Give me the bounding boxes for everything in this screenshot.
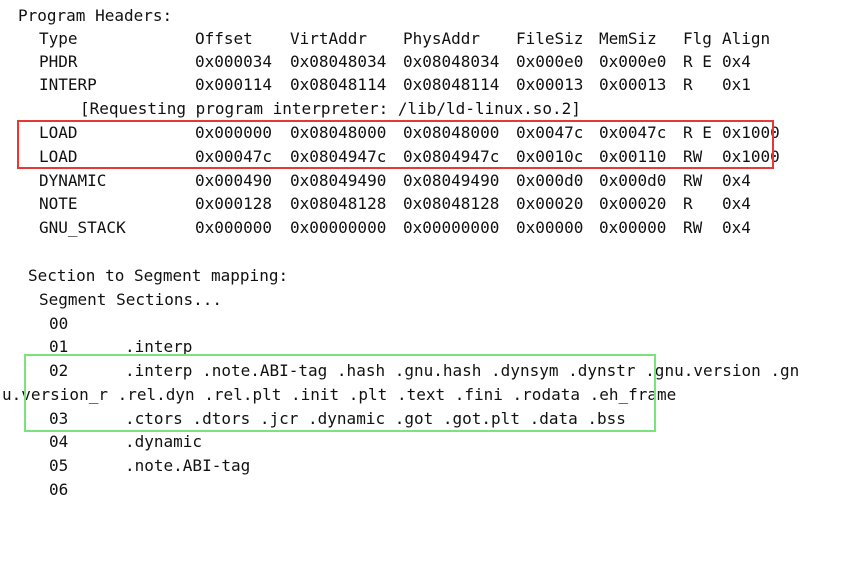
segment-row: 03 .ctors .dtors .jcr .dynamic .got .got…: [0, 407, 864, 430]
row-physaddr: 0x00000000: [403, 218, 500, 237]
row-offset: 0x000128: [195, 194, 273, 213]
row-offset: 0x000034: [195, 52, 273, 71]
row-flg: RW: [683, 218, 703, 237]
row-filesiz: 0x000e0: [516, 52, 584, 71]
row-memsiz: 0x000d0: [599, 171, 667, 190]
row-offset: 0x000490: [195, 171, 273, 190]
segment-row: 00: [0, 312, 864, 335]
row-virtaddr: 0x08048114: [290, 75, 387, 94]
segment-number: 02: [49, 361, 69, 380]
row-physaddr: 0x08048128: [403, 194, 500, 213]
row-virtaddr: 0x08048000: [290, 123, 387, 142]
column-virtaddr: VirtAddr: [290, 29, 368, 48]
row-align: 0x4: [722, 52, 751, 71]
header-row: GNU_STACK 0x000000 0x00000000 0x00000000…: [0, 216, 864, 239]
row-physaddr: 0x08048000: [403, 123, 500, 142]
row-flg: R E: [683, 123, 712, 142]
segment-sections: u.version_r .rel.dyn .rel.plt .init .plt…: [2, 385, 677, 404]
segment-row: 05 .note.ABI-tag: [0, 454, 864, 477]
row-align: 0x1: [722, 75, 751, 94]
row-filesiz: 0x0047c: [516, 123, 584, 142]
row-memsiz: 0x00013: [599, 75, 667, 94]
row-align: 0x1000: [722, 147, 780, 166]
segment-number: 00: [49, 314, 69, 333]
row-type: INTERP: [39, 75, 97, 94]
column-memsiz: MemSiz: [599, 29, 657, 48]
row-physaddr: 0x0804947c: [403, 147, 500, 166]
row-offset: 0x000000: [195, 123, 273, 142]
header-row: INTERP 0x000114 0x08048114 0x08048114 0x…: [0, 73, 864, 96]
header-row: NOTE 0x000128 0x08048128 0x08048128 0x00…: [0, 192, 864, 215]
row-flg: R: [683, 75, 693, 94]
column-offset: Offset: [195, 29, 253, 48]
row-memsiz: 0x000e0: [599, 52, 667, 71]
row-flg: R E: [683, 52, 712, 71]
row-flg: R: [683, 194, 693, 213]
header-row: PHDR 0x000034 0x08048034 0x08048034 0x00…: [0, 50, 864, 73]
row-type: LOAD: [39, 123, 78, 142]
interp-note: [Requesting program interpreter: /lib/ld…: [80, 99, 581, 118]
mapping-title: Section to Segment mapping:: [28, 266, 289, 285]
row-physaddr: 0x08048034: [403, 52, 500, 71]
segment-sections: .interp .note.ABI-tag .hash .gnu.hash .d…: [125, 361, 800, 380]
segment-number: 05: [49, 456, 69, 475]
row-virtaddr: 0x08049490: [290, 171, 387, 190]
row-filesiz: 0x00020: [516, 194, 584, 213]
row-virtaddr: 0x08048034: [290, 52, 387, 71]
row-virtaddr: 0x00000000: [290, 218, 387, 237]
segment-number: 04: [49, 432, 69, 451]
row-offset: 0x00047c: [195, 147, 273, 166]
header-row: DYNAMIC 0x000490 0x08049490 0x08049490 0…: [0, 169, 864, 192]
segment-row: 06: [0, 478, 864, 501]
row-type: LOAD: [39, 147, 78, 166]
program-headers-title: Program Headers:: [18, 6, 173, 25]
segment-sections: .dynamic: [125, 432, 203, 451]
row-memsiz: 0x0047c: [599, 123, 667, 142]
row-filesiz: 0x0010c: [516, 147, 584, 166]
program-headers-columns: Type Offset VirtAddr PhysAddr FileSiz Me…: [0, 27, 864, 50]
row-type: DYNAMIC: [39, 171, 107, 190]
column-filesiz: FileSiz: [516, 29, 584, 48]
row-offset: 0x000000: [195, 218, 273, 237]
segment-sections: .ctors .dtors .jcr .dynamic .got .got.pl…: [125, 409, 626, 428]
segment-row: 02 .interp .note.ABI-tag .hash .gnu.hash…: [0, 359, 864, 382]
row-virtaddr: 0x08048128: [290, 194, 387, 213]
row-offset: 0x000114: [195, 75, 273, 94]
row-filesiz: 0x000d0: [516, 171, 584, 190]
header-row: LOAD 0x00047c 0x0804947c 0x0804947c 0x00…: [0, 145, 864, 168]
segment-row: 04 .dynamic: [0, 430, 864, 453]
row-align: 0x4: [722, 218, 751, 237]
row-filesiz: 0x00013: [516, 75, 584, 94]
segment-number: 06: [49, 480, 69, 499]
segment-sections: .interp: [125, 337, 193, 356]
row-filesiz: 0x00000: [516, 218, 584, 237]
segment-number: 03: [49, 409, 69, 428]
row-physaddr: 0x08049490: [403, 171, 500, 190]
row-memsiz: 0x00020: [599, 194, 667, 213]
row-align: 0x1000: [722, 123, 780, 142]
segment-number: 01: [49, 337, 69, 356]
row-type: NOTE: [39, 194, 78, 213]
row-type: PHDR: [39, 52, 78, 71]
row-flg: RW: [683, 171, 703, 190]
row-virtaddr: 0x0804947c: [290, 147, 387, 166]
column-align: Align: [722, 29, 771, 48]
mapping-header: Segment Sections...: [39, 290, 223, 309]
row-align: 0x4: [722, 171, 751, 190]
row-memsiz: 0x00110: [599, 147, 667, 166]
row-memsiz: 0x00000: [599, 218, 667, 237]
segment-row: 01 .interp: [0, 335, 864, 358]
header-row: LOAD 0x000000 0x08048000 0x08048000 0x00…: [0, 121, 864, 144]
row-type: GNU_STACK: [39, 218, 126, 237]
column-physaddr: PhysAddr: [403, 29, 481, 48]
column-type: Type: [39, 29, 78, 48]
row-physaddr: 0x08048114: [403, 75, 500, 94]
row-flg: RW: [683, 147, 703, 166]
segment-row-continuation: u.version_r .rel.dyn .rel.plt .init .plt…: [0, 383, 864, 406]
row-align: 0x4: [722, 194, 751, 213]
segment-sections: .note.ABI-tag: [125, 456, 251, 475]
terminal-output: Program Headers: Type Offset VirtAddr Ph…: [0, 0, 864, 522]
column-flg: Flg: [683, 29, 712, 48]
